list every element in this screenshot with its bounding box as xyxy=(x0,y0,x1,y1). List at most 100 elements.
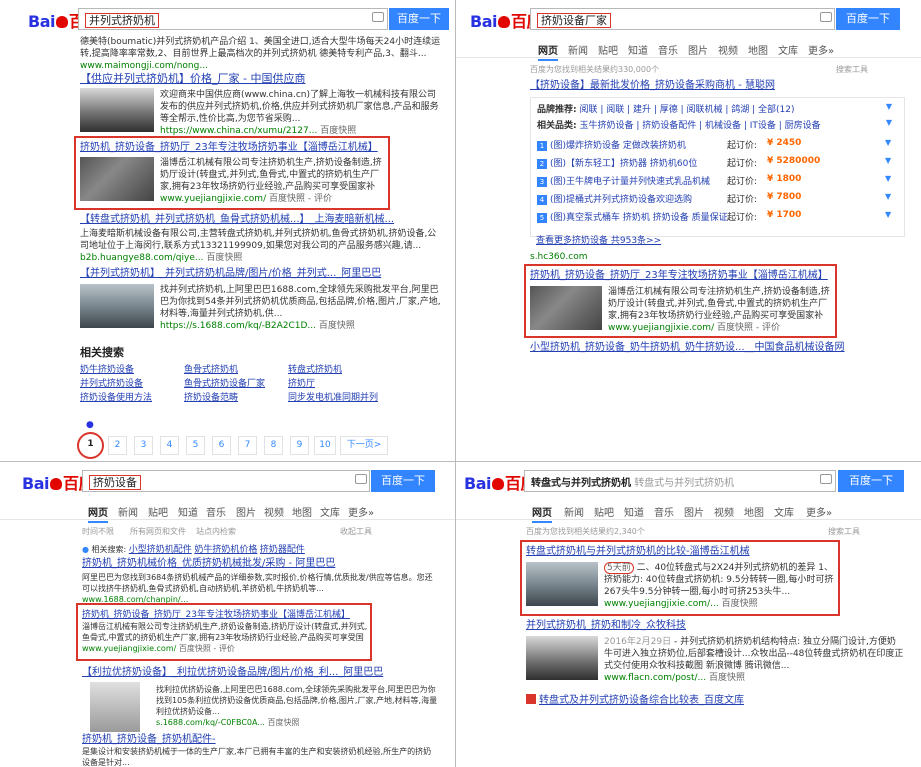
result-url[interactable]: www.yuejiangjixie.com/... xyxy=(604,599,719,609)
ad-more-link[interactable]: 查看更多挤奶设备 共953条>> xyxy=(536,233,661,246)
tab-music[interactable]: 音乐 xyxy=(658,42,678,57)
tab-web[interactable]: 网页 xyxy=(538,42,558,61)
result-thumbnail[interactable] xyxy=(80,157,154,201)
result-thumbnail[interactable] xyxy=(80,88,154,132)
result-title[interactable]: 挤奶机_挤奶设备_挤奶厅_23年专注牧场挤奶事业【淄博岳江机械】 xyxy=(80,142,385,154)
related-link[interactable]: 鱼骨式挤奶设备厂家 xyxy=(184,376,265,389)
tab-more[interactable]: 更多» xyxy=(806,504,832,519)
result-thumbnail[interactable] xyxy=(530,286,602,330)
camera-icon[interactable] xyxy=(355,474,367,484)
result-url[interactable]: https://s.1688.com/kq/-B2A2C1D... xyxy=(160,321,316,331)
pager-page[interactable]: 2 xyxy=(108,436,127,455)
camera-icon[interactable] xyxy=(820,12,832,22)
tab-video[interactable]: 视频 xyxy=(264,504,284,519)
result-title[interactable]: 小型挤奶机_挤奶设备_奶牛挤奶机_奶牛挤奶设...__中国食品机械设备网 xyxy=(530,342,910,354)
search-button[interactable]: 百度一下 xyxy=(836,8,900,30)
result-title[interactable]: 转盘式挤奶机与并列式挤奶机的比较-淄博岳江机械 xyxy=(526,546,836,558)
ad-item[interactable]: 2 (图)【新东轻工】挤奶器 挤奶机60位 起订价: ¥ 5280000 ▼ xyxy=(537,156,897,169)
tab-video[interactable]: 视频 xyxy=(718,42,738,57)
snapshot-link[interactable]: 百度快照 xyxy=(206,253,242,263)
result-thumbnail[interactable] xyxy=(90,682,140,732)
tab-zhidao[interactable]: 知道 xyxy=(178,504,198,519)
result-url[interactable]: www.yuejiangjixie.com/ xyxy=(160,194,266,204)
search-input[interactable]: 并列式挤奶机 xyxy=(78,8,388,30)
pager-page-current[interactable]: 1 xyxy=(81,436,100,455)
pager-page[interactable]: 10 xyxy=(314,436,336,455)
ad-item[interactable]: 5 (图)真空泵式桶车 挤奶机 挤奶设备 质量保证 起订价: ¥ 1700 ▼ xyxy=(537,210,897,223)
tab-zhidao[interactable]: 知道 xyxy=(628,42,648,57)
tab-music[interactable]: 音乐 xyxy=(654,504,674,519)
tab-wenku[interactable]: 文库 xyxy=(320,504,340,519)
result-title[interactable]: 【利拉优挤奶设备】_利拉优挤奶设备品牌/图片/价格_利..._阿里巴巴 xyxy=(82,667,437,679)
tab-more[interactable]: 更多» xyxy=(808,42,834,57)
related-link[interactable]: 同步发电机准同期并列 xyxy=(288,390,378,403)
ad-item[interactable]: 4 (图)提桶式并列式挤奶设备欢迎选购 起订价: ¥ 7800 ▼ xyxy=(537,192,897,205)
tab-news[interactable]: 新闻 xyxy=(118,504,138,519)
snapshot-link[interactable]: 百度快照 xyxy=(320,126,356,136)
search-input[interactable]: 挤奶设备厂家 xyxy=(530,8,835,30)
tab-tieba[interactable]: 贴吧 xyxy=(594,504,614,519)
snapshot-link[interactable]: 百度快照 xyxy=(268,718,300,727)
tab-map[interactable]: 地图 xyxy=(744,504,764,519)
search-input[interactable]: 挤奶设备 xyxy=(82,470,370,492)
ad-category-list[interactable]: 玉牛挤奶设备 | 挤奶设备配件 | 机械设备 | IT设备 | 厨房设备 xyxy=(579,121,820,131)
result-title[interactable]: 并列式挤奶机_挤奶和制冷_众牧科技 xyxy=(526,620,906,632)
filter-time[interactable]: 时间不限 xyxy=(82,526,114,537)
snapshot-link[interactable]: 百度快照 xyxy=(709,673,745,683)
pager-page[interactable]: 4 xyxy=(160,436,179,455)
tab-map[interactable]: 地图 xyxy=(748,42,768,57)
chevron-down-icon[interactable]: ▼ xyxy=(886,102,892,111)
result-title[interactable]: 挤奶机_挤奶设备_挤奶厅_23年专注牧场挤奶事业【淄博岳江机械】 xyxy=(530,270,835,282)
related-link[interactable]: 奶牛挤奶机价格 xyxy=(194,545,257,555)
search-button[interactable]: 百度一下 xyxy=(371,470,435,492)
pager-next-button[interactable]: 下一页> xyxy=(340,436,388,455)
related-link[interactable]: 转盘式挤奶机 xyxy=(288,362,342,375)
result-url[interactable]: https://www.china.cn/xumu/2127... xyxy=(160,126,317,136)
tab-news[interactable]: 新闻 xyxy=(564,504,584,519)
camera-icon[interactable] xyxy=(820,474,832,484)
search-tools[interactable]: 搜索工具 xyxy=(836,64,868,75)
related-link[interactable]: 小型挤奶机配件 xyxy=(129,545,192,555)
snapshot-link[interactable]: 百度快照 - 评价 xyxy=(179,644,235,653)
search-input[interactable]: 转盘式与并列式挤奶机 转盘式与并列式挤奶机 xyxy=(524,470,836,492)
pager-page[interactable]: 5 xyxy=(186,436,205,455)
result-title[interactable]: 转盘式及并列式挤奶设备综合比较表_百度文库 xyxy=(539,695,744,706)
tab-tieba[interactable]: 贴吧 xyxy=(148,504,168,519)
ad-item[interactable]: 3 (图)王牛牌电子计量并列快速式乳品机械 起订价: ¥ 1800 ▼ xyxy=(537,174,897,187)
snapshot-link[interactable]: 百度快照 - 评价 xyxy=(269,194,332,204)
pager-page[interactable]: 6 xyxy=(212,436,231,455)
ad-brand-list[interactable]: 阅联 | 阅联 | 建升 | 厚德 | 阅联机械 | 鸽湖 | 全部(12) xyxy=(579,105,794,115)
ad-title[interactable]: 【挤奶设备】最新批发价格_挤奶设备采购商机 - 慧聪网 xyxy=(530,80,905,92)
result-title[interactable]: 【供应并列式挤奶机】价格_厂家 - 中国供应商 xyxy=(80,73,445,85)
related-link[interactable]: 奶牛挤奶设备 xyxy=(80,362,134,375)
tab-news[interactable]: 新闻 xyxy=(568,42,588,57)
related-link[interactable]: 挤奶器配件 xyxy=(260,545,305,555)
tab-web[interactable]: 网页 xyxy=(532,504,552,523)
tab-web[interactable]: 网页 xyxy=(88,504,108,523)
result-thumbnail[interactable] xyxy=(526,636,598,680)
tab-map[interactable]: 地图 xyxy=(292,504,312,519)
search-tools[interactable]: 搜索工具 xyxy=(828,526,860,537)
result-title[interactable]: 【转盘式挤奶机_并列式挤奶机_鱼骨式挤奶机械...】_上海麦暗新机械... xyxy=(80,214,445,226)
tab-images[interactable]: 图片 xyxy=(688,42,708,57)
tab-zhidao[interactable]: 知道 xyxy=(624,504,644,519)
result-thumbnail[interactable] xyxy=(80,284,154,328)
tab-wenku[interactable]: 文库 xyxy=(774,504,794,519)
result-title[interactable]: 挤奶机_挤奶机械价格_优质挤奶机械批发/采购 - 阿里巴巴 xyxy=(82,558,437,570)
snippet-url[interactable]: www.maimongji.com/nong... xyxy=(80,60,442,72)
tab-wenku[interactable]: 文库 xyxy=(778,42,798,57)
result-thumbnail[interactable] xyxy=(526,562,598,606)
tab-more[interactable]: 更多» xyxy=(348,504,374,519)
filter-type[interactable]: 所有网页和文件 xyxy=(130,526,186,537)
tab-tieba[interactable]: 贴吧 xyxy=(598,42,618,57)
search-button[interactable]: 百度一下 xyxy=(838,470,904,492)
result-url[interactable]: s.1688.com/kq/-C0FBC0A... xyxy=(156,718,265,727)
search-button[interactable]: 百度一下 xyxy=(389,8,449,30)
pager-page[interactable]: 3 xyxy=(134,436,153,455)
pager-page[interactable]: 8 xyxy=(264,436,283,455)
result-url[interactable]: www.flacn.com/post/... xyxy=(604,673,706,683)
related-link[interactable]: 挤奶厅 xyxy=(288,376,315,389)
collapse-tools[interactable]: 收起工具 xyxy=(340,526,372,537)
result-url[interactable]: www.yuejiangjixie.com/ xyxy=(82,644,176,653)
ad-item[interactable]: 1 (图)爆炸挤奶设备 定做改装挤奶机 起订价: ¥ 2450 ▼ xyxy=(537,138,897,151)
